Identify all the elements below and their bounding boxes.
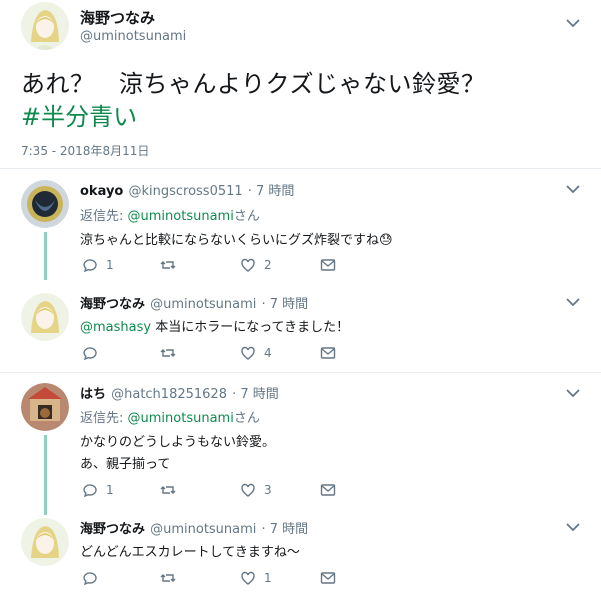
reply-text: @mashasy 本当にホラーになってきました！ — [80, 320, 350, 335]
avatar[interactable] — [21, 383, 69, 431]
thread-line — [44, 435, 47, 515]
reply-count: 1 — [106, 258, 114, 272]
avatar[interactable] — [21, 2, 69, 50]
chevron-down-icon[interactable] — [566, 18, 580, 28]
reply-text-line: かなりのどうしようもない鈴愛。 — [80, 435, 276, 450]
like-button[interactable]: 2 — [240, 257, 272, 273]
dm-icon — [320, 484, 336, 496]
like-icon — [241, 346, 255, 360]
chevron-down-icon[interactable] — [566, 388, 580, 398]
avatar[interactable] — [21, 180, 69, 228]
reply-icon — [83, 572, 97, 586]
dm-icon — [320, 347, 336, 359]
display-name[interactable]: 海野つなみ — [80, 522, 145, 537]
reply-to-line: 返信先: @uminotsunamiさん — [80, 209, 260, 224]
retweet-button[interactable] — [160, 345, 184, 361]
retweet-icon — [160, 486, 176, 494]
like-icon — [241, 483, 255, 497]
retweet-icon — [160, 574, 176, 582]
like-button[interactable]: 4 — [240, 345, 272, 361]
emoji: 😓 — [379, 233, 393, 248]
like-button[interactable]: 3 — [240, 482, 272, 498]
reply-header: はち @hatch18251628 · 7 時間 — [80, 383, 279, 402]
dm-button[interactable] — [320, 482, 336, 498]
like-button[interactable]: 1 — [240, 570, 272, 586]
like-icon — [241, 571, 255, 585]
display-name[interactable]: 海野つなみ — [80, 7, 155, 28]
chevron-down-icon[interactable] — [566, 522, 580, 532]
avatar[interactable] — [21, 293, 69, 341]
thread-line — [44, 232, 47, 280]
dm-button[interactable] — [320, 570, 336, 586]
dm-icon — [320, 572, 336, 584]
reply-icon — [83, 484, 97, 498]
retweet-icon — [160, 261, 176, 269]
reply-header: 海野つなみ @uminotsunami · 7 時間 — [80, 293, 308, 312]
like-count: 1 — [264, 571, 272, 585]
hashtag-link[interactable]: #半分青い — [21, 97, 137, 132]
like-icon — [241, 258, 255, 272]
reply-button[interactable] — [82, 345, 106, 361]
divider — [0, 372, 601, 373]
reply-header: okayo @kingscross0511 · 7 時間 — [80, 180, 294, 199]
handle[interactable]: @hatch18251628 — [111, 387, 227, 402]
reply-header: 海野つなみ @uminotsunami · 7 時間 — [80, 518, 308, 537]
avatar[interactable] — [21, 518, 69, 566]
divider — [0, 168, 601, 169]
action-bar: 4 — [82, 345, 352, 363]
reply-icon — [83, 347, 97, 361]
mention-link[interactable]: @uminotsunami — [128, 209, 234, 224]
timestamp[interactable]: 7:35 - 2018年8月11日 — [21, 142, 149, 159]
like-count: 3 — [264, 483, 272, 497]
time-ago[interactable]: · 7 時間 — [262, 297, 309, 312]
retweet-icon — [160, 349, 176, 357]
dm-button[interactable] — [320, 345, 336, 361]
action-bar: 1 — [82, 570, 352, 588]
handle[interactable]: @uminotsunami — [80, 29, 186, 44]
display-name[interactable]: 海野つなみ — [80, 297, 145, 312]
reply-button[interactable] — [82, 570, 106, 586]
time-ago[interactable]: · 7 時間 — [262, 522, 309, 537]
retweet-button[interactable] — [160, 257, 184, 273]
reply-count: 1 — [106, 483, 114, 497]
handle[interactable]: @uminotsunami — [150, 297, 256, 312]
tweet-text: あれ？ 涼ちゃんよりクズじゃない鈴愛？ — [21, 70, 486, 98]
reply-text: どんどんエスカレートしてきますね〜 — [80, 545, 300, 560]
dm-icon — [320, 259, 336, 271]
reply-icon — [83, 259, 97, 273]
reply-button[interactable]: 1 — [82, 257, 114, 273]
retweet-button[interactable] — [160, 570, 184, 586]
like-count: 4 — [264, 346, 272, 360]
retweet-button[interactable] — [160, 482, 184, 498]
mention-link[interactable]: @uminotsunami — [128, 411, 234, 426]
reply-text-line: あ、親子揃って — [80, 457, 171, 472]
mention-link[interactable]: @mashasy — [80, 320, 151, 335]
handle[interactable]: @uminotsunami — [150, 522, 256, 537]
chevron-down-icon[interactable] — [566, 297, 580, 307]
display-name[interactable]: はち — [80, 387, 106, 402]
dm-button[interactable] — [320, 257, 336, 273]
time-ago[interactable]: · 7 時間 — [232, 387, 279, 402]
chevron-down-icon[interactable] — [566, 184, 580, 194]
handle[interactable]: @kingscross0511 — [128, 184, 242, 199]
action-bar: 1 3 — [82, 482, 352, 500]
action-bar: 1 2 — [82, 257, 352, 275]
time-ago[interactable]: · 7 時間 — [248, 184, 295, 199]
like-count: 2 — [264, 258, 272, 272]
reply-to-line: 返信先: @uminotsunamiさん — [80, 411, 260, 426]
reply-text: 涼ちゃんと比較にならないくらいにグズ炸裂ですね😓 — [80, 233, 393, 248]
reply-button[interactable]: 1 — [82, 482, 114, 498]
display-name[interactable]: okayo — [80, 184, 123, 199]
